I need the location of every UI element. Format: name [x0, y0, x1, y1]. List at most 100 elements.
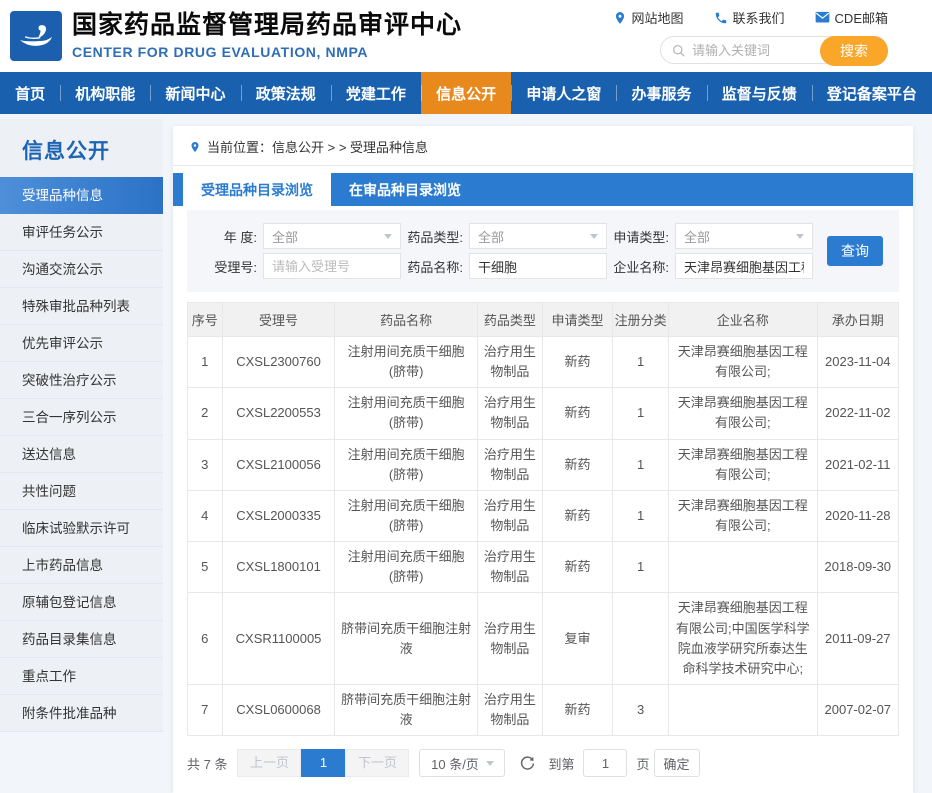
table-header-cell: 药品类型 [477, 303, 542, 337]
apply-type-select[interactable]: 全部 [675, 223, 813, 249]
table-cell: CXSL0600068 [222, 684, 335, 735]
phone-icon [714, 11, 728, 25]
nav-item[interactable]: 办事服务 [616, 72, 706, 114]
table-cell: 4 [188, 490, 223, 541]
sidebar-title: 信息公开 [0, 119, 163, 177]
apply-type-select-value: 全部 [684, 227, 710, 246]
header-search: 搜索 [660, 36, 888, 64]
table-cell: 1 [613, 337, 669, 388]
search-input[interactable] [692, 43, 817, 58]
sidebar-item[interactable]: 附条件批准品种 [0, 695, 163, 732]
mailbox-link[interactable]: CDE邮箱 [815, 8, 888, 27]
nav-item[interactable]: 首页 [0, 72, 60, 114]
sidebar-item[interactable]: 特殊审批品种列表 [0, 288, 163, 325]
chevron-down-icon [796, 234, 804, 239]
sitemap-link[interactable]: 网站地图 [613, 8, 684, 27]
table-cell: 新药 [542, 439, 612, 490]
swan-logo-icon [15, 17, 57, 55]
sidebar-item[interactable]: 送达信息 [0, 436, 163, 473]
nav-item[interactable]: 新闻中心 [150, 72, 240, 114]
table-cell: 新药 [542, 388, 612, 439]
tab-accepted-catalog[interactable]: 受理品种目录浏览 [183, 173, 331, 206]
table-cell: 天津昂赛细胞基因工程有限公司; [669, 490, 818, 541]
table-row: 4CXSL2000335注射用间充质干细胞(脐带)治疗用生物制品新药1天津昂赛细… [188, 490, 899, 541]
refresh-icon [519, 755, 536, 772]
mailbox-link-label: CDE邮箱 [835, 8, 888, 27]
drug-name-input[interactable] [469, 253, 607, 279]
table-cell [669, 542, 818, 593]
table-cell: CXSR1100005 [222, 593, 335, 685]
goto-page-suffix: 页 [636, 754, 649, 773]
sidebar-item[interactable]: 受理品种信息 [0, 177, 163, 214]
nav-item[interactable]: 申请人之窗 [511, 72, 616, 114]
drug-type-select[interactable]: 全部 [469, 223, 607, 249]
sidebar-item[interactable]: 药品目录集信息 [0, 621, 163, 658]
table-cell: CXSL2000335 [222, 490, 335, 541]
sidebar-item[interactable]: 上市药品信息 [0, 547, 163, 584]
confirm-button[interactable]: 确定 [654, 749, 700, 777]
table-cell: 注射用间充质干细胞(脐带) [335, 337, 477, 388]
search-button[interactable]: 搜索 [820, 36, 888, 66]
sidebar-item[interactable]: 共性问题 [0, 473, 163, 510]
table-cell: 脐带间充质干细胞注射液 [335, 684, 477, 735]
table-cell: 1 [613, 439, 669, 490]
company-name-input[interactable] [675, 253, 813, 279]
page-number-button[interactable]: 1 [301, 749, 345, 777]
nav-item[interactable]: 政策法规 [241, 72, 331, 114]
table-header-cell: 申请类型 [542, 303, 612, 337]
table-cell: 新药 [542, 490, 612, 541]
table-cell: 1 [613, 388, 669, 439]
sidebar-item[interactable]: 沟通交流公示 [0, 251, 163, 288]
drug-type-select-value: 全部 [478, 227, 504, 246]
company-name-label: 企业名称: [607, 257, 669, 276]
table-row: 1CXSL2300760注射用间充质干细胞(脐带)治疗用生物制品新药1天津昂赛细… [188, 337, 899, 388]
sidebar-item[interactable]: 原辅包登记信息 [0, 584, 163, 621]
sidebar-item[interactable]: 审评任务公示 [0, 214, 163, 251]
chevron-down-icon [384, 234, 392, 239]
nav-item[interactable]: 登记备案平台 [812, 72, 932, 114]
nav-item[interactable]: 监督与反馈 [707, 72, 812, 114]
table-row: 2CXSL2200553注射用间充质干细胞(脐带)治疗用生物制品新药1天津昂赛细… [188, 388, 899, 439]
query-button[interactable]: 查询 [827, 236, 883, 266]
acceptance-no-label: 受理号: [195, 257, 257, 276]
page-size-select[interactable]: 10 条/页 [419, 749, 505, 777]
table-header-cell: 注册分类 [613, 303, 669, 337]
table-cell: 6 [188, 593, 223, 685]
table-header-cell: 受理号 [222, 303, 335, 337]
tab-under-review-catalog[interactable]: 在审品种目录浏览 [331, 173, 479, 206]
table-header-cell: 序号 [188, 303, 223, 337]
table-cell: 注射用间充质干细胞(脐带) [335, 439, 477, 490]
table-header-cell: 企业名称 [669, 303, 818, 337]
sidebar-item[interactable]: 优先审评公示 [0, 325, 163, 362]
nav-item[interactable]: 党建工作 [331, 72, 421, 114]
next-page-button[interactable]: 下一页 [345, 749, 409, 777]
nav-item[interactable]: 信息公开 [421, 72, 511, 114]
sidebar-items: 受理品种信息审评任务公示沟通交流公示特殊审批品种列表优先审评公示突破性治疗公示三… [0, 177, 163, 732]
prev-page-button[interactable]: 上一页 [237, 749, 301, 777]
cde-logo [10, 11, 62, 61]
main-panel: 当前位置：信息公开 > > 受理品种信息 受理品种目录浏览 在审品种目录浏览 年… [173, 126, 913, 793]
page-size-value: 10 条/页 [431, 754, 479, 773]
mail-icon [815, 11, 830, 24]
table-cell: 治疗用生物制品 [477, 542, 542, 593]
contact-link[interactable]: 联系我们 [714, 8, 785, 27]
sidebar-item[interactable]: 三合一序列公示 [0, 399, 163, 436]
sidebar-item[interactable]: 重点工作 [0, 658, 163, 695]
table-cell [669, 684, 818, 735]
table-cell: 治疗用生物制品 [477, 439, 542, 490]
sidebar-item[interactable]: 临床试验默示许可 [0, 510, 163, 547]
table-cell: 治疗用生物制品 [477, 593, 542, 685]
table-cell: 复审 [542, 593, 612, 685]
pagination: 共 7 条 上一页 1 下一页 10 条/页 到第 页 确定 [187, 749, 899, 777]
goto-page-input[interactable] [583, 749, 627, 777]
year-select[interactable]: 全部 [263, 223, 401, 249]
sitemap-link-label: 网站地图 [632, 8, 684, 27]
sidebar-item[interactable]: 突破性治疗公示 [0, 362, 163, 399]
refresh-button[interactable] [519, 755, 536, 772]
acceptance-no-input[interactable] [263, 253, 401, 279]
nav-item[interactable]: 机构职能 [60, 72, 150, 114]
breadcrumb: 当前位置：信息公开 > > 受理品种信息 [173, 126, 913, 166]
filter-panel: 年 度: 全部 药品类型: 全部 申请类型: 全部 [187, 210, 899, 292]
table-cell: 2021-02-11 [817, 439, 898, 490]
records-table: 序号受理号药品名称药品类型申请类型注册分类企业名称承办日期 1CXSL23007… [187, 302, 899, 736]
